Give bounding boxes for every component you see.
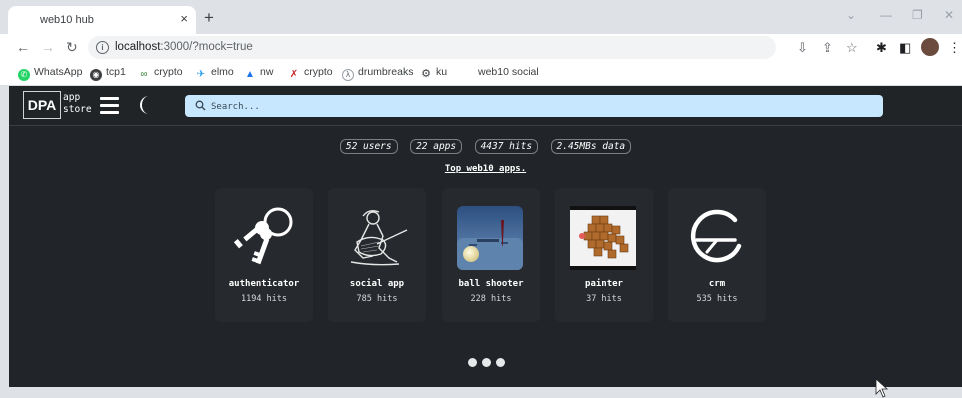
tab-title: web10 hub xyxy=(40,14,94,26)
crm-logo-icon xyxy=(690,209,742,263)
crypto-icon: ∞ xyxy=(140,69,148,80)
app-name: social app xyxy=(349,279,405,289)
extensions-icon[interactable]: ✱ xyxy=(876,40,887,56)
app-hits: 1194 hits xyxy=(240,294,288,304)
install-icon[interactable]: ⇩ xyxy=(797,40,808,56)
loading-dot xyxy=(496,358,505,367)
bookmark-elmo[interactable]: ✈ elmo xyxy=(195,66,234,81)
app-navbar: DPA app store xyxy=(9,86,962,126)
moon-icon[interactable] xyxy=(137,95,155,115)
tab-close-icon[interactable]: × xyxy=(180,11,188,26)
mouse-cursor-icon xyxy=(875,378,889,398)
share-icon[interactable]: ⇪ xyxy=(822,40,833,56)
app-viewport: DPA app store 52 users 22 apps 4437 hits… xyxy=(9,86,962,398)
profile-avatar[interactable] xyxy=(921,38,939,56)
stat-hits: 4437 hits xyxy=(474,139,539,154)
address-bar[interactable]: i localhost:3000/?mock=true xyxy=(88,36,776,59)
logo-subtitle: app store xyxy=(63,92,92,115)
ball-shooter-thumbnail xyxy=(457,206,523,270)
bookmark-crypto-2[interactable]: ✗ crypto xyxy=(288,66,333,81)
app-hits: 228 hits xyxy=(470,294,512,304)
stats-row: 52 users 22 apps 4437 hits 2.45MBs data xyxy=(9,136,962,154)
whatsapp-icon: ✆ xyxy=(18,69,30,81)
stat-users: 52 users xyxy=(339,139,398,154)
app-name: painter xyxy=(585,279,623,289)
star-icon[interactable]: ☆ xyxy=(846,40,858,56)
minimize-icon[interactable]: — xyxy=(880,8,892,22)
stat-apps: 22 apps xyxy=(410,139,463,154)
close-window-icon[interactable]: ✕ xyxy=(944,8,954,22)
loading-dots xyxy=(468,354,510,372)
lambda-icon: λ xyxy=(342,69,354,81)
gear-icon: ⚙ xyxy=(421,68,431,80)
bookmark-nw[interactable]: ▲ nw xyxy=(244,66,273,81)
more-menu-icon[interactable]: ⋮ xyxy=(948,40,961,56)
search-input[interactable] xyxy=(209,95,873,119)
browser-tab-strip: web10 hub × + ⌄ — ❐ ✕ xyxy=(0,0,962,34)
globe-icon: ◉ xyxy=(90,69,102,81)
bookmark-whatsapp[interactable]: ✆ WhatsApp xyxy=(18,66,82,81)
app-name: crm xyxy=(708,279,726,289)
search-icon xyxy=(195,100,206,111)
painter-thumbnail xyxy=(570,206,636,270)
forward-icon[interactable]: → xyxy=(41,39,55,55)
app-hits: 785 hits xyxy=(356,294,398,304)
keys-icon xyxy=(233,207,293,265)
loading-dot xyxy=(482,358,491,367)
loading-dot xyxy=(468,358,477,367)
info-icon[interactable]: i xyxy=(96,41,109,54)
reload-icon[interactable]: ↻ xyxy=(66,39,78,56)
bookmark-drumbreaks[interactable]: λ drumbreaks xyxy=(342,66,413,81)
search-bar[interactable] xyxy=(185,95,883,119)
restore-icon[interactable]: ❐ xyxy=(912,8,923,22)
app-name: authenticator xyxy=(228,279,300,289)
stat-data: 2.45MBs data xyxy=(550,139,632,154)
crypto-alt-icon: ✗ xyxy=(289,69,299,80)
app-card-social-app[interactable]: social app 785 hits xyxy=(328,188,426,322)
url-text[interactable]: localhost:3000/?mock=true xyxy=(115,41,253,53)
app-card-ball-shooter[interactable]: ball shooter 228 hits xyxy=(442,188,540,322)
new-tab-button[interactable]: + xyxy=(204,8,214,28)
app-card-authenticator[interactable]: authenticator 1194 hits xyxy=(215,188,313,322)
mountain-icon: ▲ xyxy=(245,69,255,80)
app-name: ball shooter xyxy=(458,279,524,289)
bookmark-tcp1[interactable]: ◉ tcp1 xyxy=(90,66,126,81)
bookmarks-bar: ✆ WhatsApp ◉ tcp1 ∞ crypto ✈ elmo ▲ nw ✗ crypt… xyxy=(0,61,962,86)
bookmark-ku[interactable]: ⚙ ku xyxy=(420,66,447,80)
bookmark-crypto[interactable]: ∞ crypto xyxy=(138,66,182,81)
app-card-crm[interactable]: crm 535 hits xyxy=(668,188,766,322)
twitter-icon: ✈ xyxy=(196,69,206,80)
app-card-painter[interactable]: painter 37 hits xyxy=(555,188,653,322)
back-icon[interactable]: ← xyxy=(16,39,30,55)
browser-toolbar: ← → ↻ i localhost:3000/?mock=true ⇩ ⇪ ☆ … xyxy=(0,34,962,61)
browser-tab[interactable]: web10 hub × xyxy=(8,6,196,34)
app-logo[interactable]: DPA xyxy=(23,91,61,119)
app-hits: 535 hits xyxy=(696,294,738,304)
bookmark-web10-social[interactable]: web10 social xyxy=(478,66,539,78)
hamburger-menu-icon[interactable] xyxy=(100,97,119,118)
app-hits: 37 hits xyxy=(586,294,622,304)
chevron-down-icon[interactable]: ⌄ xyxy=(846,8,856,22)
side-panel-icon[interactable]: ◧ xyxy=(899,40,911,56)
guitarist-icon xyxy=(350,209,408,266)
top-apps-link[interactable]: Top web10 apps. xyxy=(9,164,962,174)
